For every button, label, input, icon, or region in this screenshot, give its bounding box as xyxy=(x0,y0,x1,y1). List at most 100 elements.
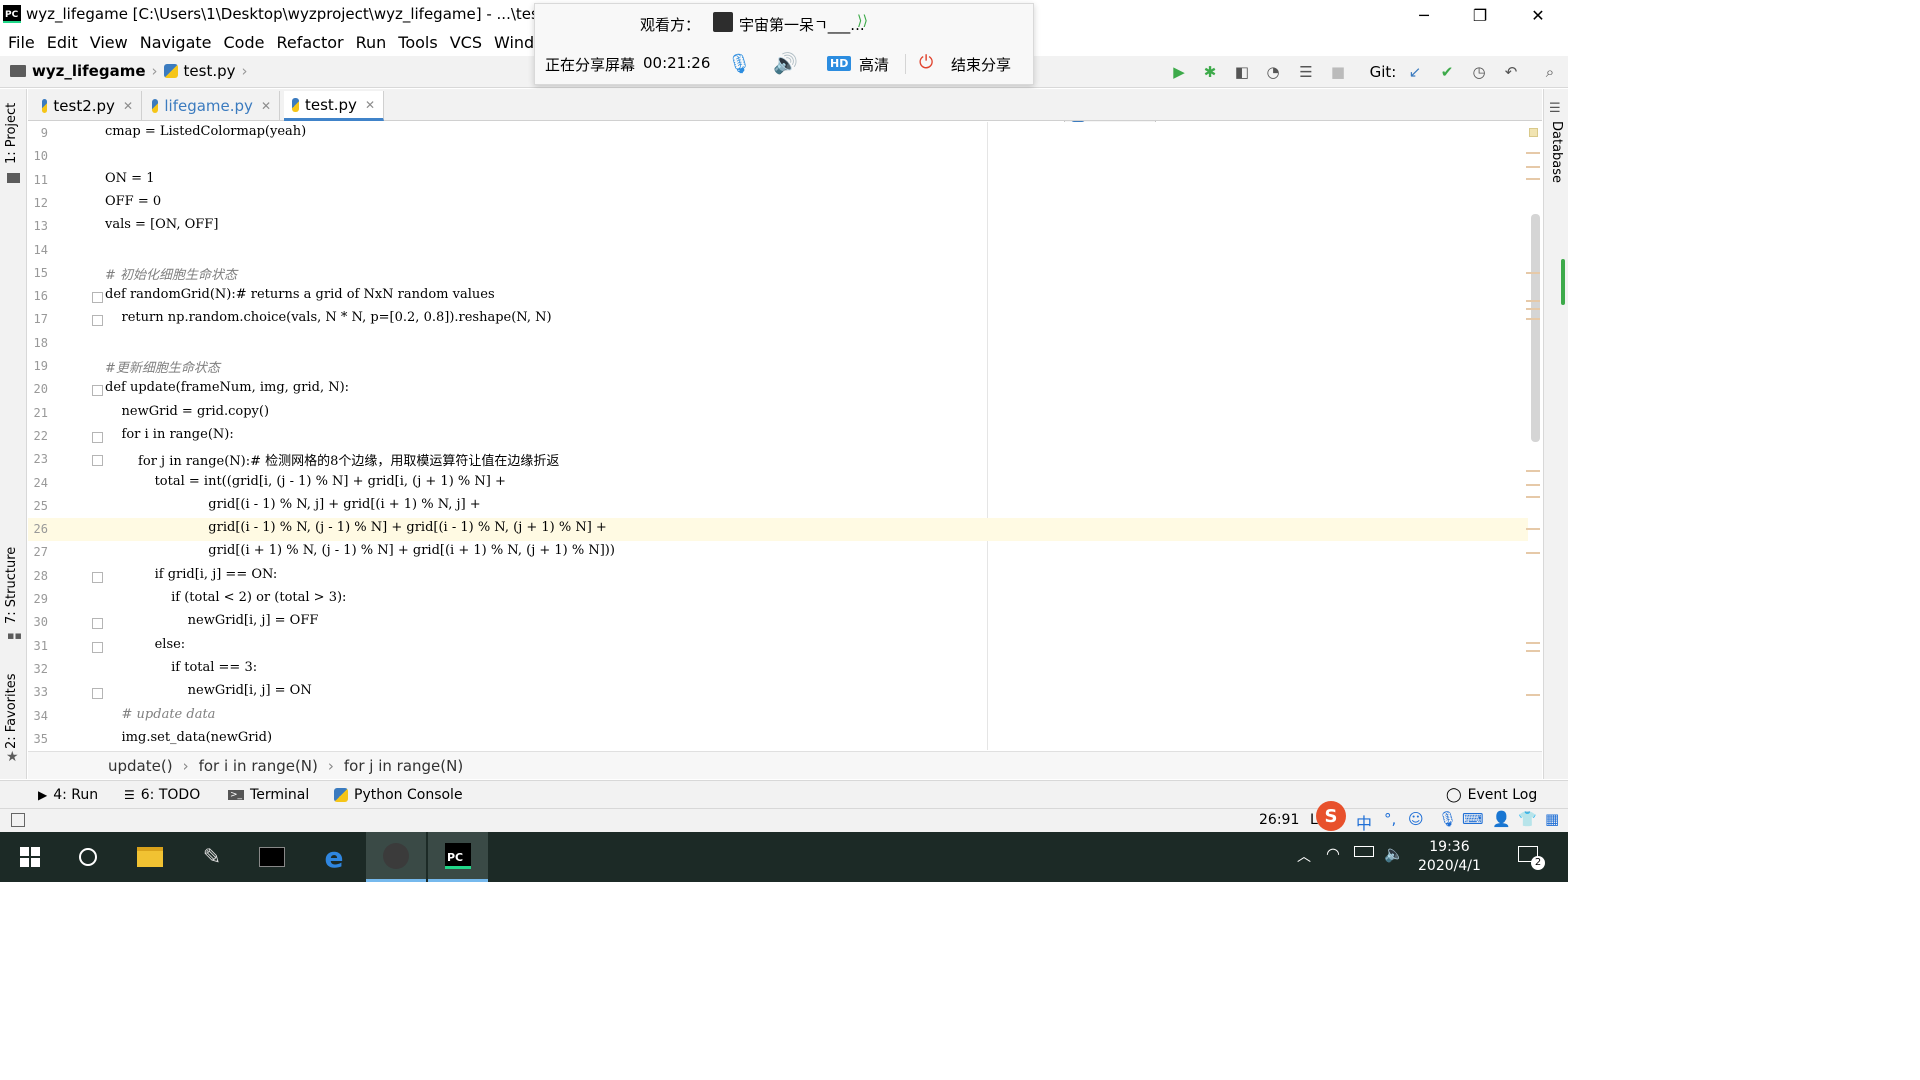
code-crumb[interactable]: update() xyxy=(108,757,173,775)
code-line[interactable]: 20 def update(frameNum, img, grid, N): xyxy=(28,378,1542,401)
code-line[interactable]: 29 if (total < 2) or (total > 3): xyxy=(28,588,1542,611)
line-number[interactable]: 20 xyxy=(28,382,48,396)
code-line[interactable]: 15 # 初始化细胞生命状态 xyxy=(28,262,1542,285)
fold-marker-icon[interactable] xyxy=(92,385,103,397)
code-line[interactable]: 18 xyxy=(28,332,1542,355)
menu-edit[interactable]: Edit xyxy=(41,33,84,52)
fold-marker-icon[interactable] xyxy=(92,292,103,304)
favorites-tool-tab[interactable]: 2: Favorites xyxy=(4,673,19,749)
line-number[interactable]: 27 xyxy=(28,545,48,559)
code-line[interactable]: 16 def randomGrid(N):# returns a grid of … xyxy=(28,285,1542,308)
tab-lifegame[interactable]: lifegame.py ✕ xyxy=(144,91,280,121)
voice-input-icon[interactable]: 🎙 xyxy=(1438,810,1457,828)
warning-stripe-mark[interactable] xyxy=(1526,178,1540,180)
code-line[interactable]: 34 # update data xyxy=(28,705,1542,728)
warning-stripe-mark[interactable] xyxy=(1526,484,1540,486)
inspection-status-icon[interactable] xyxy=(1529,128,1538,137)
app-button[interactable]: ✎ xyxy=(182,832,242,882)
todo-tool-button[interactable]: ☰ 6: TODO xyxy=(124,787,200,803)
menu-run[interactable]: Run xyxy=(350,33,393,52)
warning-stripe-mark[interactable] xyxy=(1526,496,1540,498)
close-tab-icon[interactable]: ✕ xyxy=(123,99,133,113)
minimize-button[interactable]: ─ xyxy=(1396,0,1452,30)
chat-app-button[interactable] xyxy=(366,832,426,882)
run-icon[interactable]: ▶ xyxy=(1169,62,1189,82)
coverage-icon[interactable]: ◧ xyxy=(1232,62,1252,82)
menu-vcs[interactable]: VCS xyxy=(444,33,488,52)
line-number[interactable]: 16 xyxy=(28,289,48,303)
line-number[interactable]: 26 xyxy=(28,522,48,536)
quality-button[interactable]: 高清 xyxy=(859,54,889,75)
menu-view[interactable]: View xyxy=(84,33,134,52)
microphone-icon[interactable]: 🎙 xyxy=(727,52,751,75)
fold-marker-icon[interactable] xyxy=(92,618,103,630)
warning-stripe-mark[interactable] xyxy=(1526,308,1540,310)
line-number[interactable]: 33 xyxy=(28,685,48,699)
code-line[interactable]: 33 newGrid[i, j] = ON xyxy=(28,681,1542,704)
warning-stripe-mark[interactable] xyxy=(1526,642,1540,644)
git-history-icon[interactable]: ◷ xyxy=(1469,62,1489,82)
warning-stripe-mark[interactable] xyxy=(1526,166,1540,168)
close-window-button[interactable]: ✕ xyxy=(1510,0,1566,30)
line-number[interactable]: 30 xyxy=(28,615,48,629)
code-line[interactable]: 25 grid[(i - 1) % N, j] + grid[(i + 1) %… xyxy=(28,495,1542,518)
ime-mode[interactable]: 中 xyxy=(1356,810,1372,834)
toggle-tool-windows-icon[interactable] xyxy=(11,813,25,827)
profile-icon[interactable]: ◔ xyxy=(1263,62,1283,82)
code-line[interactable]: 32 if total == 3: xyxy=(28,658,1542,681)
keyboard-icon[interactable]: ⌨ xyxy=(1462,810,1484,828)
code-line[interactable]: 30 newGrid[i, j] = OFF xyxy=(28,611,1542,634)
terminal-app-button[interactable] xyxy=(242,832,302,882)
line-number[interactable]: 29 xyxy=(28,592,48,606)
warning-stripe-mark[interactable] xyxy=(1526,552,1540,554)
code-line[interactable]: 26 grid[(i - 1) % N, (j - 1) % N] + grid… xyxy=(28,518,1542,542)
code-line[interactable]: 9 cmap = ListedColormap(yeah) xyxy=(28,122,1542,145)
database-tool-tab[interactable]: Database xyxy=(1549,121,1564,183)
code-line[interactable]: 17 return np.random.choice(vals, N * N, … xyxy=(28,308,1542,331)
end-share-button[interactable]: 结束分享 xyxy=(951,54,1011,75)
line-number[interactable]: 28 xyxy=(28,569,48,583)
line-number[interactable]: 23 xyxy=(28,452,48,466)
power-icon[interactable]: ⏻ xyxy=(919,52,933,73)
code-line[interactable]: 19 #更新细胞生命状态 xyxy=(28,355,1542,378)
code-line[interactable]: 14 xyxy=(28,239,1542,262)
warning-stripe-mark[interactable] xyxy=(1526,694,1540,696)
code-line[interactable]: 11 ON = 1 xyxy=(28,169,1542,192)
line-number[interactable]: 10 xyxy=(28,149,48,163)
line-number[interactable]: 15 xyxy=(28,266,48,280)
code-line[interactable]: 10 xyxy=(28,145,1542,168)
menu-file[interactable]: File xyxy=(2,33,41,52)
fold-marker-icon[interactable] xyxy=(92,571,103,583)
breadcrumb-project[interactable]: wyz_lifegame xyxy=(32,62,146,80)
warning-stripe-mark[interactable] xyxy=(1526,272,1540,274)
start-button[interactable] xyxy=(0,832,60,882)
restore-button[interactable]: ❐ xyxy=(1452,0,1508,30)
warning-stripe-mark[interactable] xyxy=(1526,318,1540,320)
code-crumb[interactable]: for i in range(N) xyxy=(199,757,318,775)
code-line[interactable]: 35 img.set_data(newGrid) xyxy=(28,728,1542,750)
code-line[interactable]: 24 total = int((grid[i, (j - 1) % N] + g… xyxy=(28,472,1542,495)
project-tool-tab[interactable]: 1: Project xyxy=(4,103,19,164)
run-tool-button[interactable]: ▶ 4: Run xyxy=(38,787,98,803)
line-number[interactable]: 17 xyxy=(28,312,48,326)
edge-button[interactable]: e xyxy=(304,832,364,882)
wifi-icon[interactable]: ◠ xyxy=(1326,844,1340,863)
user-icon[interactable]: 👤 xyxy=(1492,810,1511,828)
code-line[interactable]: 28 if grid[i, j] == ON: xyxy=(28,565,1542,588)
line-number[interactable]: 19 xyxy=(28,359,48,373)
terminal-tool-button[interactable]: >_ Terminal xyxy=(228,787,309,803)
line-number[interactable]: 21 xyxy=(28,406,48,420)
warning-stripe-mark[interactable] xyxy=(1526,152,1540,154)
fold-marker-icon[interactable] xyxy=(92,431,103,443)
code-line[interactable]: 13 vals = [ON, OFF] xyxy=(28,215,1542,238)
sogou-ime-icon[interactable]: S xyxy=(1316,801,1346,831)
search-icon[interactable]: ⌕ xyxy=(1540,62,1560,82)
close-tab-icon[interactable]: ✕ xyxy=(365,98,375,112)
git-update-icon[interactable]: ↙ xyxy=(1405,62,1425,82)
warning-stripe-mark[interactable] xyxy=(1526,650,1540,652)
fold-marker-icon[interactable] xyxy=(92,315,103,327)
punctuation-icon[interactable]: °, xyxy=(1384,810,1396,828)
code-line[interactable]: 23 for j in range(N):# 检测网格的8个边缘，用取模运算符让… xyxy=(28,448,1542,471)
warning-stripe-mark[interactable] xyxy=(1526,300,1540,302)
code-line[interactable]: 21 newGrid = grid.copy() xyxy=(28,402,1542,425)
